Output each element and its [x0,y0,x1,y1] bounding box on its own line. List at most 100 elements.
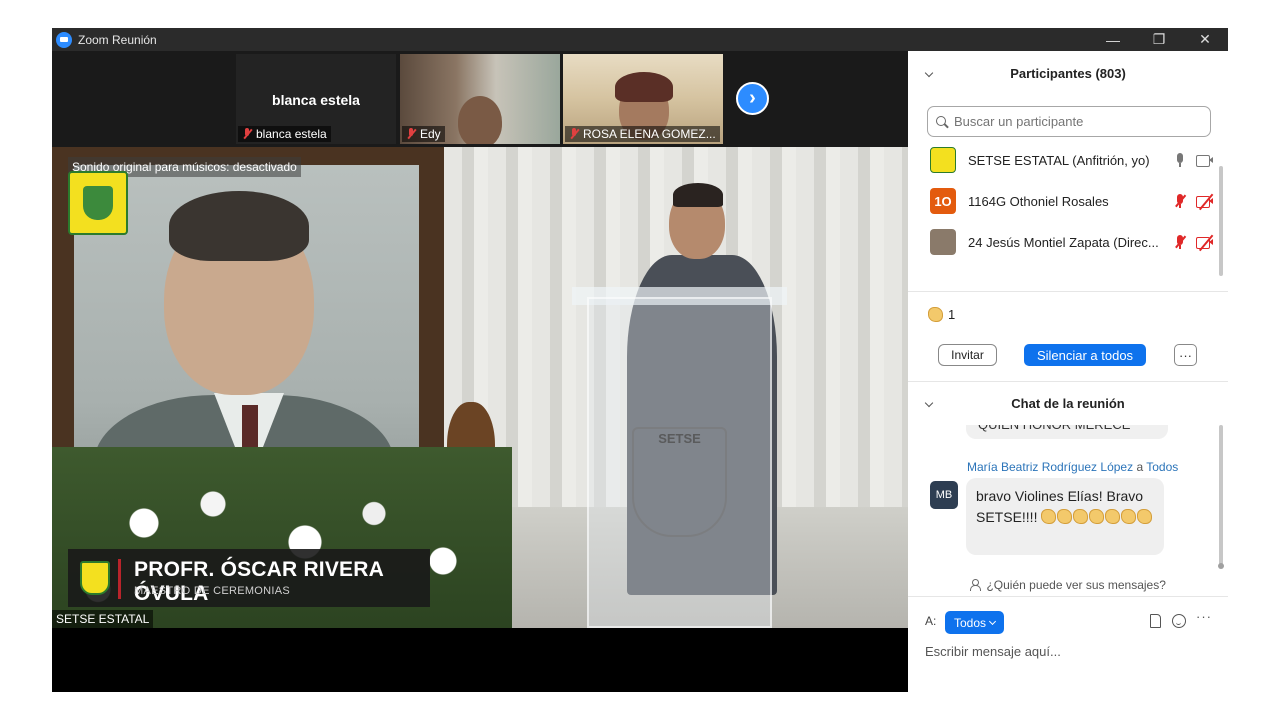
participant-tile-rosa[interactable]: ROSA ELENA GOMEZ... [563,54,723,144]
avatar: 1O [930,188,956,214]
lower-third-banner: PROFR. ÓSCAR RIVERA ÓVULA MAESTRO DE CER… [68,549,430,607]
participant-tile-label: ROSA ELENA GOMEZ... [565,126,720,142]
participant-tile-name: ROSA ELENA GOMEZ... [583,127,716,141]
participant-name: 1164G Othoniel Rosales [968,193,1109,209]
podium-logo: SETSE [632,427,727,537]
microphone-icon[interactable] [1174,153,1186,167]
speaker-hair [673,183,723,207]
who-can-see-text: ¿Quién puede ver sus mensajes? [986,578,1166,592]
participant-list-scrollbar[interactable] [1219,166,1223,276]
participant-tile-label: blanca estela [238,126,331,142]
window-title: Zoom Reunión [78,32,157,47]
lower-third-role: MAESTRO DE CEREMONIAS [134,585,291,597]
participant-tile-name: Edy [420,127,441,141]
chat-messages: QUIEN HONOR MERECE María Beatriz Rodrígu… [908,425,1228,560]
zoom-logo-icon [56,31,72,48]
restore-button[interactable]: ❐ [1136,28,1182,51]
clapping-hands-emoji [1105,509,1121,524]
participants-header[interactable]: Participantes (803) [908,51,1228,95]
participant-tile-edy[interactable]: Edy [400,54,560,144]
participant-tile-blanca[interactable]: blanca estela blanca estela [236,54,396,144]
chevron-right-icon: › [749,87,756,109]
chevron-down-icon[interactable] [924,394,936,408]
microphone-muted-icon[interactable] [1174,235,1186,249]
avatar [930,229,956,255]
participants-title: Participantes (803) [1010,65,1126,81]
video-area: blanca estela blanca estela Edy ROSA ELE… [52,51,908,692]
lower-third-name: PROFR. ÓSCAR RIVERA ÓVULA [134,558,384,605]
send-to-label: A: [925,614,937,628]
chevron-down-icon [988,617,997,625]
more-icon[interactable]: ··· [1196,609,1212,624]
participant-list: SETSE ESTATAL (Anfitrión, yo) 1O 1164G O… [908,139,1228,264]
chat-header[interactable]: Chat de la reunión [908,381,1228,425]
scroll-arrow-icon[interactable] [1218,563,1224,569]
participant-name: 24 Jesús Montiel Zapata (Direc... [968,234,1159,250]
clapping-hands-emoji [1057,509,1073,524]
chat-scrollbar[interactable] [1219,425,1223,565]
who-can-see-messages[interactable]: ¿Quién puede ver sus mensajes? [908,578,1228,592]
clapping-hands-emoji [1121,509,1137,524]
chat-title: Chat de la reunión [1011,395,1125,411]
video-off-icon[interactable] [1196,234,1214,251]
mic-muted-icon [406,128,416,140]
microphone-muted-icon[interactable] [1174,194,1186,208]
participant-video-hair [615,72,673,102]
setse-logo-icon [80,561,110,595]
clapping-hands-emoji [1089,509,1105,524]
portrait-hair [169,191,309,261]
participant-search[interactable] [927,106,1211,137]
mic-muted-icon [242,128,252,140]
minimize-button[interactable]: — [1090,28,1136,51]
recipient-select[interactable]: Todos [945,611,1004,634]
participant-row[interactable]: 1O 1164G Othoniel Rosales [930,186,1214,216]
recipient-value: Todos [953,615,987,630]
main-speaker-video: SETSE Sonido original para músicos: desa… [52,147,908,628]
divider [908,291,1228,292]
participant-tile-label: Edy [402,126,445,142]
chat-recipient[interactable]: Todos [1146,460,1178,474]
title-bar: Zoom Reunión — ❐ ✕ [52,28,1228,51]
avatar [930,147,956,173]
side-panel: Participantes (803) SETSE ESTATAL (Anfit… [908,51,1228,692]
setse-logo-icon [68,171,128,235]
emoji-icon[interactable] [1172,614,1186,628]
divider [908,596,1228,597]
chevron-down-icon[interactable] [924,64,936,78]
chat-message-meta: María Beatriz Rodríguez López a Todos [967,460,1178,474]
more-options-button[interactable]: ··· [1174,344,1197,366]
participant-tile-name: blanca estela [256,127,327,141]
mute-all-button[interactable]: Silenciar a todos [1024,344,1146,366]
chat-sender-name[interactable]: María Beatriz Rodríguez López [967,460,1133,474]
file-icon[interactable] [1150,614,1161,628]
clapping-hands-emoji [1137,509,1153,524]
participant-row[interactable]: 24 Jesús Montiel Zapata (Direc... [930,227,1214,257]
avatar: MB [930,481,958,509]
chat-message-bubble: bravo Violines Elías! Bravo SETSE!!!! [966,478,1164,555]
lower-third-divider [118,559,121,599]
clapping-hands-emoji-group [1041,509,1153,525]
reaction-count-value: 1 [948,307,956,322]
search-icon [936,115,948,128]
reaction-count: 1 [928,307,955,322]
close-button[interactable]: ✕ [1182,28,1228,51]
zoom-window: Zoom Reunión — ❐ ✕ blanca estela blanca … [52,28,1228,692]
gallery-strip: blanca estela blanca estela Edy ROSA ELE… [52,51,908,147]
chat-to-word: a [1136,460,1144,474]
next-page-button[interactable]: › [736,82,769,115]
chat-message-bubble: QUIEN HONOR MERECE [966,425,1168,439]
participant-row[interactable]: SETSE ESTATAL (Anfitrión, yo) [930,145,1214,175]
video-off-icon[interactable] [1196,193,1214,210]
participant-name: SETSE ESTATAL (Anfitrión, yo) [968,152,1150,168]
active-speaker-label: SETSE ESTATAL [52,610,154,628]
invite-button[interactable]: Invitar [938,344,997,366]
search-input[interactable] [954,114,1194,129]
clapping-hands-emoji [1073,509,1089,524]
clapping-hands-icon [928,307,943,322]
chat-message-input[interactable] [925,640,1215,662]
person-icon [970,579,982,591]
clapping-hands-emoji [1041,509,1057,524]
mic-muted-icon [569,128,579,140]
video-camera-icon[interactable] [1196,154,1214,167]
participant-video-face [458,96,502,144]
